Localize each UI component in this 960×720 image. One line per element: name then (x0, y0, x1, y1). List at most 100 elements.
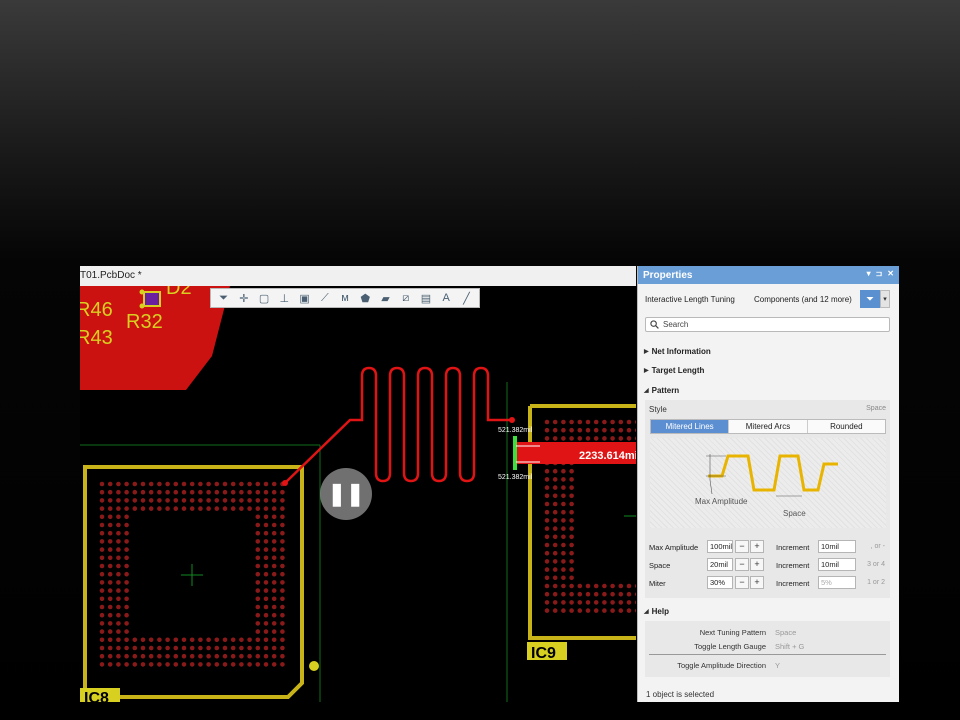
filter-icon[interactable]: ⏷ (214, 290, 233, 306)
amplitude-leader (709, 479, 713, 495)
bga-pad (280, 596, 285, 602)
bga-pad (585, 419, 591, 425)
bga-pad (116, 596, 121, 602)
move-icon[interactable]: ✛ (234, 290, 253, 306)
align-icon[interactable]: ⊥ (275, 290, 294, 306)
bga-pad (214, 662, 220, 667)
bga-pad (255, 637, 261, 643)
filter-dropdown-button[interactable]: ▾ (880, 290, 890, 308)
style-mitered-lines[interactable]: Mitered Lines (651, 420, 730, 433)
bga-pad (552, 493, 558, 499)
bga-pad (271, 571, 277, 577)
keepout-icon[interactable]: ⧄ (396, 290, 415, 306)
bga-pad (280, 506, 285, 511)
text-icon[interactable]: A (437, 290, 456, 306)
bga-pad (602, 419, 607, 425)
bga-pad (569, 591, 574, 597)
bga-pad (124, 481, 129, 487)
bga-pad (593, 436, 599, 441)
bga-pad (124, 555, 129, 561)
bga-pad (263, 555, 269, 561)
decrement-button[interactable]: − (735, 540, 749, 553)
dimension-icon[interactable]: ▤ (416, 290, 435, 306)
bga-pad (561, 534, 566, 540)
max-amplitude-input[interactable]: 100mil (707, 540, 733, 553)
bga-pad (255, 645, 261, 651)
place-component-icon[interactable]: ▣ (295, 290, 314, 306)
bga-pad (593, 583, 599, 589)
d2-pad[interactable] (143, 291, 161, 307)
pattern-panel: Style Space Mitered Lines Mitered Arcs R… (645, 400, 890, 598)
bga-pad (271, 489, 277, 495)
bga-pad (124, 514, 129, 520)
bga-pad (230, 637, 236, 643)
bga-pad (198, 645, 203, 651)
bga-pad (181, 489, 187, 495)
search-input[interactable]: Search (645, 317, 890, 332)
pause-button[interactable]: ❚❚ (320, 468, 372, 520)
decrement-button[interactable]: − (735, 576, 749, 589)
bga-pad (569, 600, 574, 605)
search-placeholder: Search (663, 320, 689, 329)
section-help[interactable]: ◢ Help (644, 607, 669, 616)
style-mitered-arcs[interactable]: Mitered Arcs (729, 420, 808, 433)
style-rounded[interactable]: Rounded (807, 420, 885, 433)
panel-menu-icon[interactable]: ▾ (867, 269, 871, 278)
properties-title-bar: Properties ▾ ⊐ ✕ (638, 266, 899, 284)
miter-increment-input[interactable]: 5% (818, 576, 856, 589)
max-amplitude-increment-input[interactable]: 10mil (818, 540, 856, 553)
route-icon[interactable]: ⟋ (315, 290, 334, 306)
filter-button[interactable]: ⏷ (860, 290, 880, 308)
bga-pad (239, 662, 244, 667)
bga-pad (132, 498, 138, 503)
document-tab[interactable]: T01.PcbDoc * (80, 270, 142, 281)
bga-pad (107, 653, 113, 659)
bga-pad (552, 583, 558, 589)
pin-icon[interactable]: ⊐ (876, 269, 883, 278)
bga-pad (255, 604, 261, 610)
bga-pad (107, 612, 113, 618)
help-row: Toggle Length Gauge Shift + G (645, 642, 890, 654)
bga-pad (132, 506, 138, 511)
trace-end-dot (282, 480, 288, 486)
pour-icon[interactable]: ⬟ (356, 290, 375, 306)
increment-button[interactable]: + (750, 576, 764, 589)
section-pattern[interactable]: ◢ Pattern (644, 386, 679, 395)
bga-pad (593, 600, 599, 605)
decrement-button[interactable]: − (735, 558, 749, 571)
length-tune-icon[interactable]: ᴍ (335, 290, 354, 306)
bga-pad (271, 530, 277, 536)
bga-pad (552, 436, 558, 441)
close-icon[interactable]: ✕ (887, 269, 894, 278)
bga-pad (222, 481, 228, 487)
section-target-length[interactable]: ▶ Target Length (644, 366, 704, 375)
bga-pad (165, 506, 170, 511)
space-input[interactable]: 20mil (707, 558, 733, 571)
section-net-information[interactable]: ▶ Net Information (644, 347, 711, 356)
bga-pad (206, 645, 211, 651)
bga-pad (99, 481, 105, 487)
bga-pad (271, 653, 277, 659)
bga-pad (618, 600, 624, 605)
designator-d2: D2 (166, 286, 192, 299)
bga-pad (116, 514, 121, 520)
space-increment-input[interactable]: 10mil (818, 558, 856, 571)
miter-input[interactable]: 30% (707, 576, 733, 589)
polygon-icon[interactable]: ▰ (376, 290, 395, 306)
increment-button[interactable]: + (750, 558, 764, 571)
designator-ic9: IC9 (531, 645, 556, 662)
properties-title: Properties (643, 269, 693, 281)
bga-pad (124, 645, 129, 651)
select-rect-icon[interactable]: ▢ (254, 290, 273, 306)
bga-pad (157, 481, 162, 487)
bga-pad (561, 427, 566, 433)
bga-pad (271, 604, 277, 610)
bga-pad (116, 604, 121, 610)
increment-button[interactable]: + (750, 540, 764, 553)
bga-pad (157, 506, 162, 511)
bga-pad (577, 608, 583, 613)
line-icon[interactable]: ╱ (457, 290, 476, 306)
bga-pad (222, 662, 228, 667)
bga-pad (561, 550, 566, 556)
bga-pad (544, 518, 550, 523)
